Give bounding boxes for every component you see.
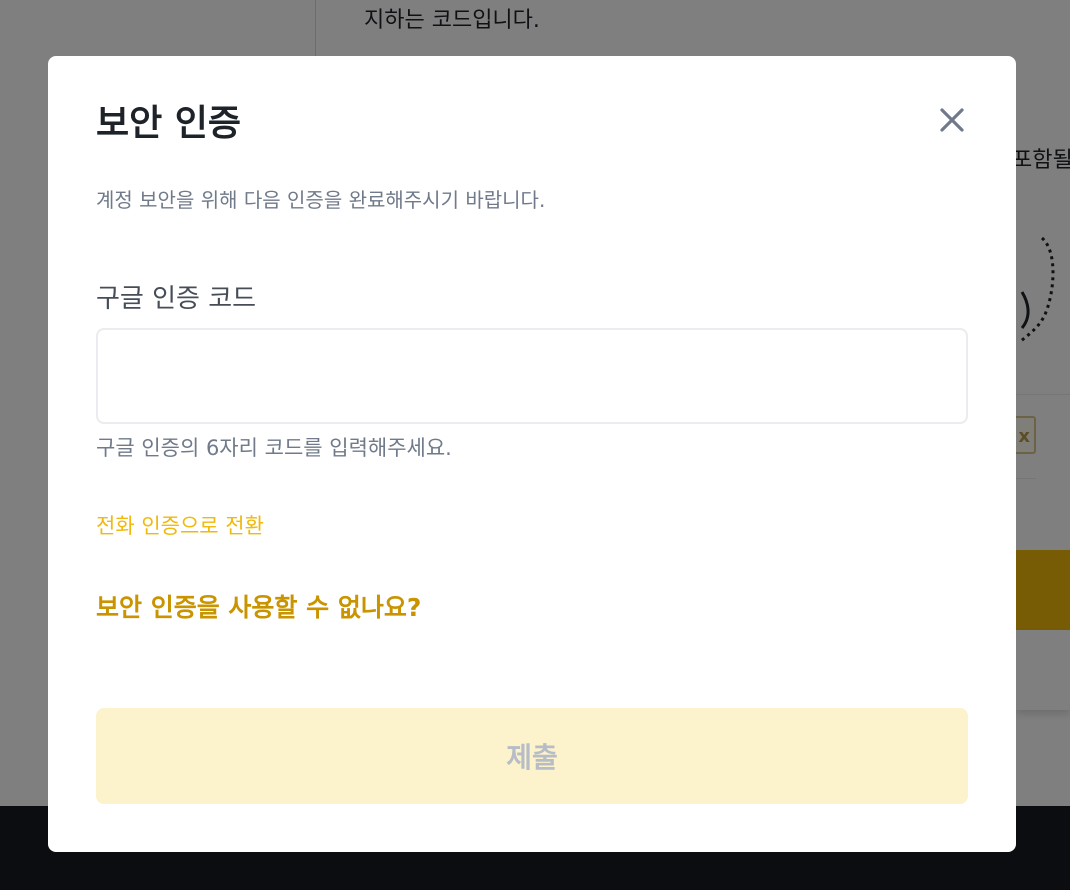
- security-verification-modal: 보안 인증 계정 보안을 위해 다음 인증을 완료해주시기 바랍니다. 구글 인…: [48, 56, 1016, 852]
- modal-subtitle: 계정 보안을 위해 다음 인증을 완료해주시기 바랍니다.: [96, 188, 546, 212]
- page: 지하는 코드입니다. 포함될 x 보안 인증 계정 보안을 위해 다음 인증을 …: [0, 0, 1070, 890]
- google-auth-code-hint: 구글 인증의 6자리 코드를 입력해주세요.: [96, 436, 452, 460]
- switch-to-phone-verification-link[interactable]: 전화 인증으로 전환: [96, 510, 264, 540]
- security-verification-unavailable-link[interactable]: 보안 인증을 사용할 수 없나요?: [96, 588, 421, 624]
- google-auth-code-label: 구글 인증 코드: [96, 284, 257, 314]
- close-button[interactable]: [932, 100, 972, 140]
- close-icon: [940, 108, 964, 132]
- submit-button[interactable]: 제출: [96, 708, 968, 804]
- google-auth-code-input[interactable]: [96, 328, 968, 424]
- modal-title: 보안 인증: [96, 103, 242, 144]
